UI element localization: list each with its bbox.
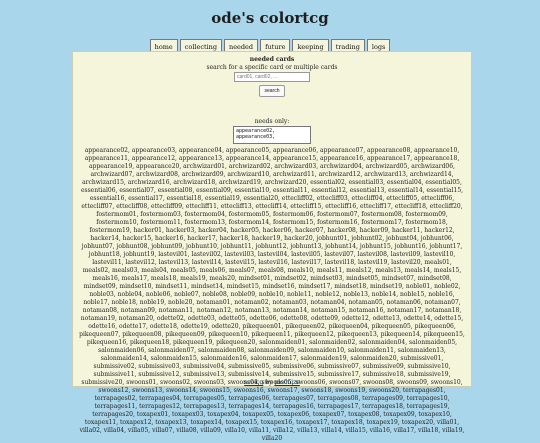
- search-button[interactable]: search: [259, 85, 285, 97]
- card-search-input[interactable]: [234, 72, 310, 82]
- needs-only-textarea[interactable]: appearance02, appearance03,: [233, 126, 311, 144]
- footer: scoicg by ploonize: [73, 379, 471, 386]
- needed-cards-list: appearance02, appearance03, appearance04…: [79, 147, 465, 442]
- footer-by: by: [263, 379, 275, 386]
- needs-only-label: needs only:: [254, 118, 290, 125]
- footer-link-ploonize[interactable]: ploonize: [274, 379, 299, 386]
- footer-link-scoicg[interactable]: scoicg: [244, 379, 263, 386]
- section-subtitle: search for a specific card or multiple c…: [206, 64, 338, 71]
- needs-only-line: appearance03,: [236, 134, 276, 140]
- page-title: ode's colortcg: [211, 9, 329, 27]
- section-title: needed cards: [249, 56, 295, 63]
- content-panel: needed cards search for a specific card …: [72, 51, 472, 442]
